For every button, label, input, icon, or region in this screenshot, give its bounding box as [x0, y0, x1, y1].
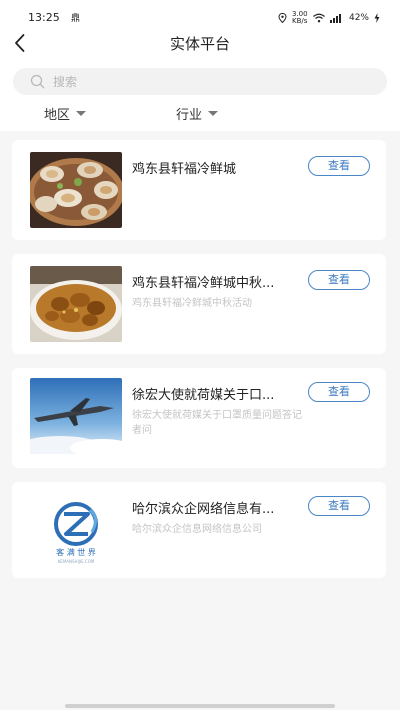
signal-icon — [329, 14, 341, 23]
view-button[interactable]: 查看 — [308, 156, 370, 176]
item-description: 徐宏大使就荷媒关于口罩质量问题答记者问 — [132, 410, 302, 436]
page-title: 实体平台 — [169, 35, 230, 53]
search-input[interactable]: 搜索 — [13, 68, 387, 95]
region-filter-label: 地区 — [44, 108, 71, 123]
search-placeholder: 搜索 — [53, 75, 78, 89]
status-bar: 13:25 鼎 3.00 KB/s 42% — [0, 0, 400, 30]
caret-down-icon — [208, 111, 219, 116]
charging-icon — [374, 13, 380, 23]
net-speed: 3.00 KB/s — [291, 10, 308, 25]
wifi-icon — [313, 13, 325, 23]
view-button[interactable]: 查看 — [308, 270, 370, 290]
home-indicator — [65, 704, 335, 708]
location-icon — [278, 13, 287, 23]
industry-filter-label: 行业 — [176, 108, 203, 123]
list-item[interactable]: 徐宏大使就荷媒关于口... 徐宏大使就荷媒关于口罩质量问题答记者问 查看 — [12, 368, 386, 468]
airplane-thumbnail — [30, 378, 122, 454]
status-notification-icon: 鼎 — [71, 14, 81, 24]
search-section: 搜索 — [0, 64, 400, 97]
logo-subtext: KEMANSHIJIE.COM — [57, 559, 95, 564]
caret-down-icon — [76, 111, 87, 116]
item-title: 鸡东县轩福冷鲜城 — [132, 162, 237, 177]
view-button[interactable]: 查看 — [308, 496, 370, 516]
company-logo-thumbnail: 客 满 世 界 KEMANSHIJIE.COM — [30, 492, 122, 568]
filter-bar: 地区 行业 — [0, 97, 400, 131]
view-button[interactable]: 查看 — [308, 382, 370, 402]
status-time: 13:25 — [28, 11, 60, 24]
search-icon — [30, 74, 45, 89]
status-right: 3.00 KB/s 42% — [278, 11, 380, 25]
industry-filter[interactable]: 行业 — [176, 104, 219, 123]
item-title: 哈尔滨众企网络信息有... — [132, 502, 275, 517]
list-item[interactable]: 鸡东县轩福冷鲜城中秋... 鸡东县轩福冷鲜城中秋活动 查看 — [12, 254, 386, 354]
item-title: 鸡东县轩福冷鲜城中秋... — [132, 276, 275, 291]
region-filter[interactable]: 地区 — [44, 104, 87, 123]
seafood-thumbnail — [30, 152, 122, 228]
nav-bar: 实体平台 — [0, 30, 400, 64]
item-description: 鸡东县轩福冷鲜城中秋活动 — [132, 298, 252, 309]
list-item[interactable]: 鸡东县轩福冷鲜城 查看 — [12, 140, 386, 240]
logo-text: 客 满 世 界 — [56, 548, 96, 557]
item-title: 徐宏大使就荷媒关于口... — [132, 388, 275, 403]
list-item[interactable]: 客 满 世 界 KEMANSHIJIE.COM 哈尔滨众企网络信息有... 哈尔… — [12, 482, 386, 578]
item-description: 哈尔滨众企信息网络信息公司 — [132, 524, 262, 535]
battery-percent: 42% — [348, 13, 369, 23]
dish-thumbnail — [30, 266, 122, 342]
